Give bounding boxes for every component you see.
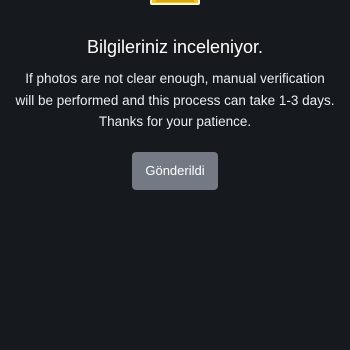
review-message-line: Thanks for your patience. <box>98 114 252 129</box>
page-title: Bilgileriniz inceleniyor. <box>86 37 264 57</box>
id-card-illustration <box>150 0 200 5</box>
review-screen: Bilgileriniz inceleniyor. If photos are … <box>0 0 350 350</box>
review-message-line: If photos are not clear enough, manual v… <box>25 71 325 86</box>
review-message-line: will be performed and this process can t… <box>15 92 335 108</box>
review-message: If photos are not clear enough, manual v… <box>10 68 340 133</box>
submitted-button[interactable]: Gönderildi <box>132 152 218 190</box>
